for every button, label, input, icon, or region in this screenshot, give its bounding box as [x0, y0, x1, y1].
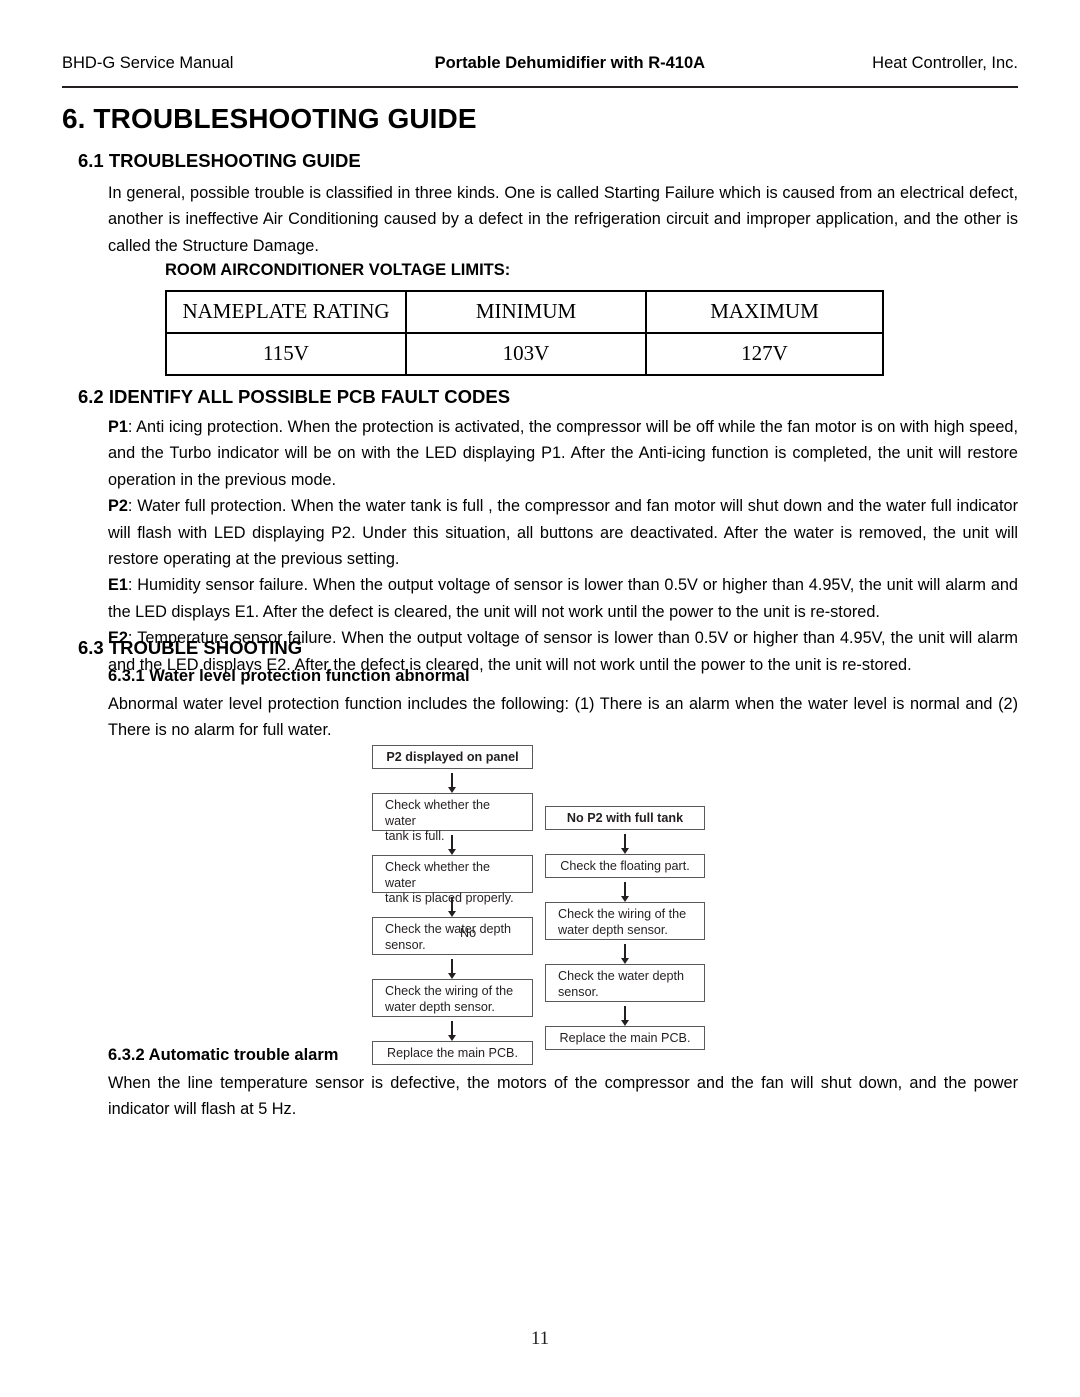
flow-box-right-4: Check the water depth sensor. — [545, 964, 705, 1002]
fault-code-text: : Anti icing protection. When the protec… — [108, 418, 1018, 489]
page-header: BHD-G Service Manual Portable Dehumidifi… — [62, 54, 1018, 73]
fault-code-label: P2 — [108, 497, 128, 516]
section-6-3-1-paragraph: Abnormal water level protection function… — [108, 695, 1018, 740]
flow-box-left-1: P2 displayed on panel — [372, 745, 533, 769]
section-heading-6-3-2: 6.3.2 Automatic trouble alarm — [108, 1046, 339, 1064]
fault-code-text: : Humidity sensor failure. When the outp… — [108, 576, 1018, 621]
section-heading-6-1: 6.1 TROUBLESHOOTING GUIDE — [78, 150, 361, 171]
flow-box-left-2: Check whether the water tank is full. — [372, 793, 533, 843]
voltage-limits-heading: ROOM AIRCONDITIONER VOLTAGE LIMITS: — [165, 261, 511, 279]
flow-arrow-right-2 — [621, 882, 629, 902]
table-header-cell: MINIMUM — [405, 290, 647, 334]
flow-box-right-1: No P2 with full tank — [545, 806, 705, 830]
flow-arrow-left-2 — [448, 835, 456, 855]
section-heading-6-2: 6.2 IDENTIFY ALL POSSIBLE PCB FAULT CODE… — [78, 386, 511, 407]
section-heading-6-3: 6.3 TROUBLE SHOOTING — [78, 637, 303, 658]
table-cell: 127V — [645, 332, 884, 376]
fault-code-p1: P1: Anti icing protection. When the prot… — [108, 414, 1018, 493]
flow-box-right-2: Check the floating part. — [545, 854, 705, 878]
page-number: 11 — [530, 1328, 550, 1349]
flow-arrow-right-4 — [621, 1006, 629, 1026]
flow-arrow-left-1 — [448, 773, 456, 793]
table-header-cell: MAXIMUM — [645, 290, 884, 334]
header-right-text: Heat Controller, Inc. — [872, 54, 1018, 72]
header-left-text: BHD-G Service Manual — [62, 54, 234, 72]
flow-box-left-6: Replace the main PCB. — [372, 1041, 533, 1065]
flow-arrow-left-3 — [448, 897, 456, 917]
header-divider — [62, 86, 1018, 88]
fault-code-e1: E1: Humidity sensor failure. When the ou… — [108, 572, 1018, 625]
page-title: 6. TROUBLESHOOTING GUIDE — [62, 103, 477, 134]
fault-code-text: : Water full protection. When the water … — [108, 497, 1018, 569]
flow-arrow-label-no: No — [460, 926, 477, 940]
flow-arrow-right-1 — [621, 834, 629, 854]
flow-box-right-5: Replace the main PCB. — [545, 1026, 705, 1050]
flow-box-left-4: Check the water depth sensor. — [372, 917, 533, 955]
flow-box-right-3: Check the wiring of the water depth sens… — [545, 902, 705, 940]
flow-box-left-5: Check the wiring of the water depth sens… — [372, 979, 533, 1017]
flow-arrow-right-3 — [621, 944, 629, 964]
header-center-text: Portable Dehumidifier with R-410A — [434, 54, 706, 72]
table-row-header: NAMEPLATE RATING MINIMUM MAXIMUM — [165, 290, 884, 334]
flow-arrow-left-5 — [448, 1021, 456, 1041]
flow-box-left-3: Check whether the water tank is placed p… — [372, 855, 533, 905]
table-header-cell: NAMEPLATE RATING — [165, 290, 407, 334]
section-6-1-paragraph: In general, possible trouble is classifi… — [108, 184, 1018, 255]
flow-arrow-left-4 — [448, 959, 456, 979]
section-6-3-2-paragraph: When the line temperature sensor is defe… — [108, 1074, 1018, 1119]
voltage-limits-table: NAMEPLATE RATING MINIMUM MAXIMUM 115V 10… — [165, 290, 884, 376]
fault-code-label: P1 — [108, 418, 128, 436]
section-heading-6-3-1: 6.3.1 Water level protection function ab… — [108, 667, 470, 685]
water-level-troubleshooting-flowchart: P2 displayed on panel Check whether the … — [0, 740, 1080, 1065]
fault-code-label: E1 — [108, 576, 128, 595]
table-cell: 115V — [165, 332, 407, 376]
fault-code-p2: P2: Water full protection. When the wate… — [108, 493, 1018, 572]
table-row: 115V 103V 127V — [165, 332, 884, 376]
table-cell: 103V — [405, 332, 647, 376]
